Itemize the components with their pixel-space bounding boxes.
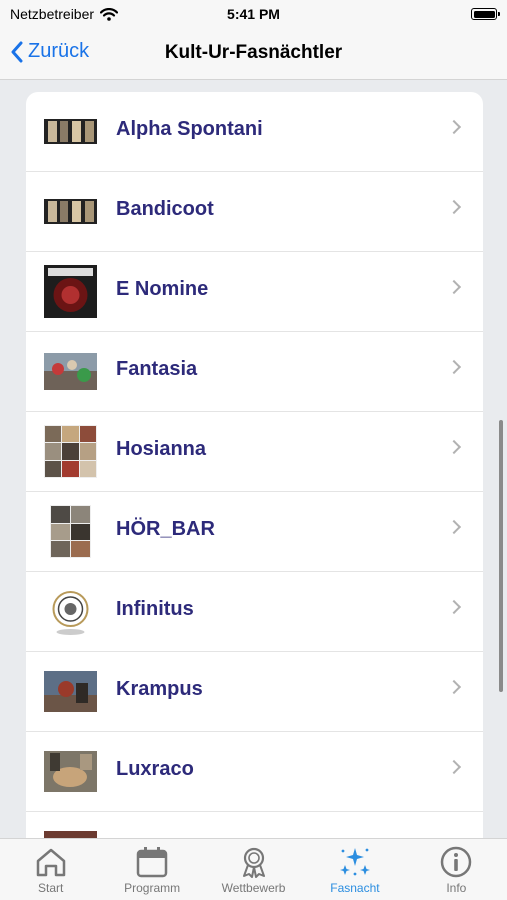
group-thumbnail — [44, 665, 97, 718]
group-thumbnail — [44, 425, 97, 478]
sparkles-icon — [339, 848, 370, 876]
tab-info[interactable]: Info — [406, 839, 507, 900]
page-title: Kult-Ur-Fasnächtler — [164, 42, 343, 63]
item-label: Bandicoot — [116, 198, 214, 220]
item-label: Fantasia — [116, 358, 198, 380]
group-thumbnail — [44, 585, 97, 638]
list-item[interactable]: Bandicoot — [26, 172, 483, 252]
tab-start[interactable]: Start — [0, 839, 101, 900]
tab-fasnacht[interactable]: Fasnacht — [304, 839, 405, 900]
tab-label: Info — [446, 881, 467, 895]
item-label: Infinitus — [116, 598, 194, 620]
chevron-right-icon — [446, 119, 462, 135]
group-thumbnail — [44, 185, 97, 238]
group-list: Alpha Spontani Bandicoot E Nomine Fantas… — [26, 92, 483, 852]
list-item[interactable]: HÖR_BAR — [26, 492, 483, 572]
tab-bar: Start Programm Wettbewerb Fasnacht Info — [0, 838, 507, 900]
chevron-right-icon — [446, 759, 462, 775]
battery-icon — [471, 8, 500, 20]
scrollbar[interactable] — [499, 420, 503, 692]
group-thumbnail — [44, 505, 97, 558]
group-thumbnail — [44, 345, 97, 398]
tab-wettbewerb[interactable]: Wettbewerb — [203, 839, 304, 900]
navigation-bar: Zurück Kult-Ur-Fasnächtler — [0, 30, 507, 80]
list-item[interactable]: Alpha Spontani — [26, 92, 483, 172]
list-item[interactable]: Luxraco — [26, 732, 483, 812]
item-label: Hosianna — [116, 438, 207, 460]
list-item[interactable]: Fantasia — [26, 332, 483, 412]
item-label: E Nomine — [116, 278, 209, 300]
group-thumbnail — [44, 745, 97, 798]
chevron-right-icon — [446, 199, 462, 215]
info-icon — [441, 846, 472, 878]
list-item[interactable]: Krampus — [26, 652, 483, 732]
list-item[interactable]: Hosianna — [26, 412, 483, 492]
tab-label: Programm — [124, 881, 181, 895]
list-item[interactable]: Infinitus — [26, 572, 483, 652]
group-thumbnail — [44, 265, 97, 318]
status-time: 5:41 PM — [227, 6, 280, 22]
tab-programm[interactable]: Programm — [101, 839, 202, 900]
item-label: Krampus — [116, 678, 203, 700]
list-item[interactable]: E Nomine — [26, 252, 483, 332]
chevron-right-icon — [446, 599, 462, 615]
chevron-right-icon — [446, 279, 462, 295]
group-thumbnail — [44, 105, 97, 158]
item-label: Luxraco — [116, 758, 194, 780]
award-icon — [242, 847, 265, 878]
chevron-right-icon — [446, 519, 462, 535]
home-icon — [36, 848, 65, 877]
chevron-right-icon — [446, 679, 462, 695]
chevron-right-icon — [446, 439, 462, 455]
item-label: HÖR_BAR — [116, 518, 215, 540]
tab-label: Wettbewerb — [221, 881, 286, 895]
chevron-right-icon — [446, 359, 462, 375]
item-label: Alpha Spontani — [116, 118, 263, 140]
tab-label: Fasnacht — [330, 881, 380, 895]
status-bar: Netzbetreiber 5:41 PM — [0, 0, 507, 30]
calendar-icon — [136, 847, 168, 878]
tab-label: Start — [38, 881, 64, 895]
